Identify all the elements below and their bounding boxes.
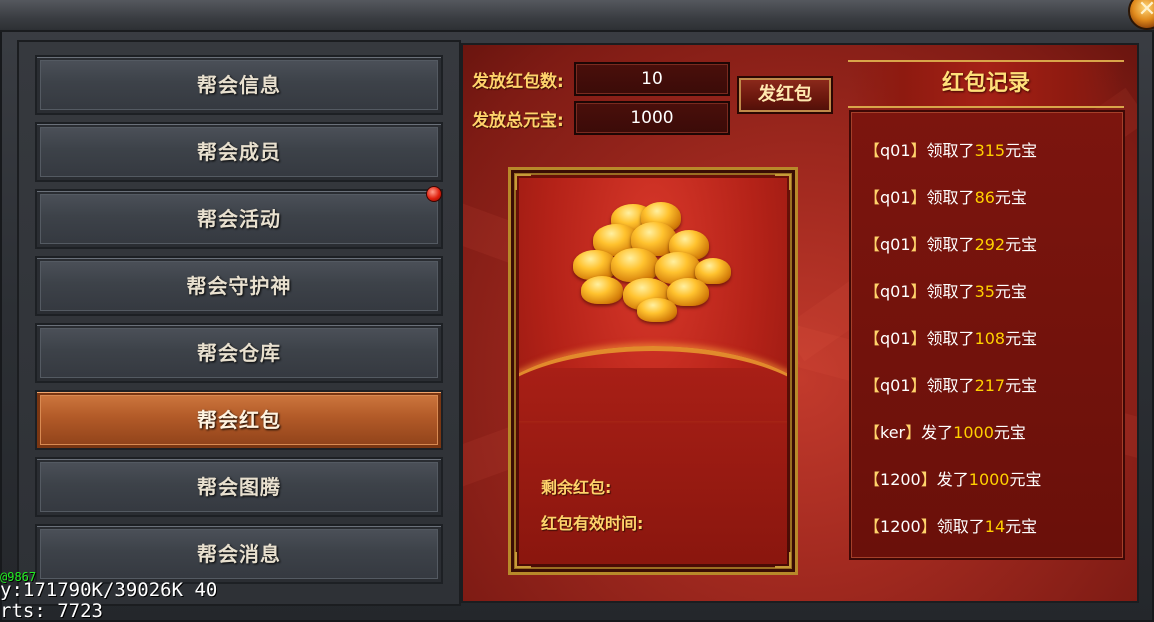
menu-item-guild-messages[interactable]: 帮会消息 [35,524,443,584]
record-bracket-close: 】 [910,329,927,348]
record-bracket-close: 】 [910,282,927,301]
record-item: 【1200】领取了14元宝 [864,513,1037,537]
record-item: 【q01】领取了217元宝 [864,372,1037,396]
record-bracket-close: 】 [910,235,927,254]
record-unit: 元宝 [1005,376,1038,395]
red-packet-records-title: 红包记录 [848,60,1124,108]
record-amount: 315 [974,141,1006,160]
record-action: 领取了 [926,282,975,301]
record-item: 【q01】领取了86元宝 [864,184,1027,208]
record-action: 领取了 [926,141,975,160]
menu-item-guild-activities[interactable]: 帮会活动 [35,189,443,249]
close-icon: ✕ [1137,0,1154,22]
record-bracket-open: 【 [864,470,881,489]
record-bracket-close: 】 [905,423,922,442]
record-player-name: q01 [880,376,911,395]
remaining-packets-label: 剩余红包: [541,478,612,497]
record-item: 【1200】发了1000元宝 [864,466,1042,490]
record-item: 【q01】领取了292元宝 [864,231,1037,255]
corner-ornament [515,174,531,190]
record-item: 【q01】领取了315元宝 [864,137,1037,161]
record-item: 【q01】领取了108元宝 [864,325,1037,349]
record-action: 领取了 [926,235,975,254]
menu-item-guild-warehouse[interactable]: 帮会仓库 [35,323,443,383]
record-amount: 1000 [953,423,994,442]
record-unit: 元宝 [994,282,1027,301]
menu-item-guild-info[interactable]: 帮会信息 [35,55,443,115]
record-action: 发了 [936,470,969,489]
record-player-name: 1200 [880,517,921,536]
record-amount: 1000 [968,470,1010,489]
record-unit: 元宝 [1005,141,1038,160]
envelope-face: 剩余红包: 红包有效时间: [519,178,787,564]
record-unit: 元宝 [993,423,1026,442]
record-bracket-close: 】 [910,141,927,160]
total-ingot-input[interactable]: 1000 [574,101,730,135]
record-amount: 35 [974,282,995,301]
record-amount: 14 [984,517,1006,536]
record-item: 【q01】领取了35元宝 [864,278,1027,302]
record-bracket-close: 】 [920,517,937,536]
record-bracket-open: 【 [864,376,881,395]
window-title-bar [0,0,1154,32]
record-player-name: q01 [880,282,911,301]
notification-dot-icon [426,186,442,202]
record-bracket-open: 【 [864,188,881,207]
packet-valid-time-label: 红包有效时间: [541,514,644,533]
record-bracket-open: 【 [864,329,881,348]
debug-counter-text: rts: 7723 [0,600,103,622]
record-bracket-open: 【 [864,282,881,301]
record-player-name: q01 [880,329,911,348]
record-amount: 86 [974,188,995,207]
menu-item-guild-red-packet[interactable]: 帮会红包 [35,390,443,450]
total-ingot-label: 发放总元宝: [472,111,564,131]
record-action: 领取了 [926,329,975,348]
record-item: 【ker】发了1000元宝 [864,419,1026,443]
packet-count-label: 发放红包数: [472,72,564,92]
send-red-packet-button[interactable]: 发红包 [737,76,833,114]
corner-ornament [775,174,791,190]
record-player-name: 1200 [880,470,921,489]
record-player-name: q01 [880,141,911,160]
record-player-name: q01 [880,188,911,207]
debug-memory-text: y:171790K/39026K 40 [0,579,218,601]
record-amount: 217 [974,376,1006,395]
record-unit: 元宝 [1005,235,1038,254]
record-bracket-close: 】 [920,470,937,489]
record-unit: 元宝 [994,188,1027,207]
record-bracket-open: 【 [864,517,881,536]
record-player-name: q01 [880,235,911,254]
menu-item-guild-guardian[interactable]: 帮会守护神 [35,256,443,316]
menu-item-guild-totem[interactable]: 帮会图腾 [35,457,443,517]
record-action: 发了 [921,423,954,442]
record-amount: 108 [974,329,1006,348]
record-bracket-open: 【 [864,141,881,160]
corner-ornament [515,552,531,568]
record-unit: 元宝 [1009,470,1042,489]
corner-ornament [775,552,791,568]
record-bracket-close: 】 [910,188,927,207]
record-player-name: ker [880,423,906,442]
record-action: 领取了 [936,517,985,536]
record-bracket-close: 】 [910,376,927,395]
envelope-flap [519,346,787,421]
menu-item-guild-members[interactable]: 帮会成员 [35,122,443,182]
record-unit: 元宝 [1005,517,1038,536]
red-envelope: 剩余红包: 红包有效时间: [508,167,798,575]
record-unit: 元宝 [1005,329,1038,348]
record-action: 领取了 [926,188,975,207]
packet-count-input[interactable]: 10 [574,62,730,96]
record-bracket-open: 【 [864,235,881,254]
record-bracket-open: 【 [864,423,881,442]
record-action: 领取了 [926,376,975,395]
record-amount: 292 [974,235,1006,254]
